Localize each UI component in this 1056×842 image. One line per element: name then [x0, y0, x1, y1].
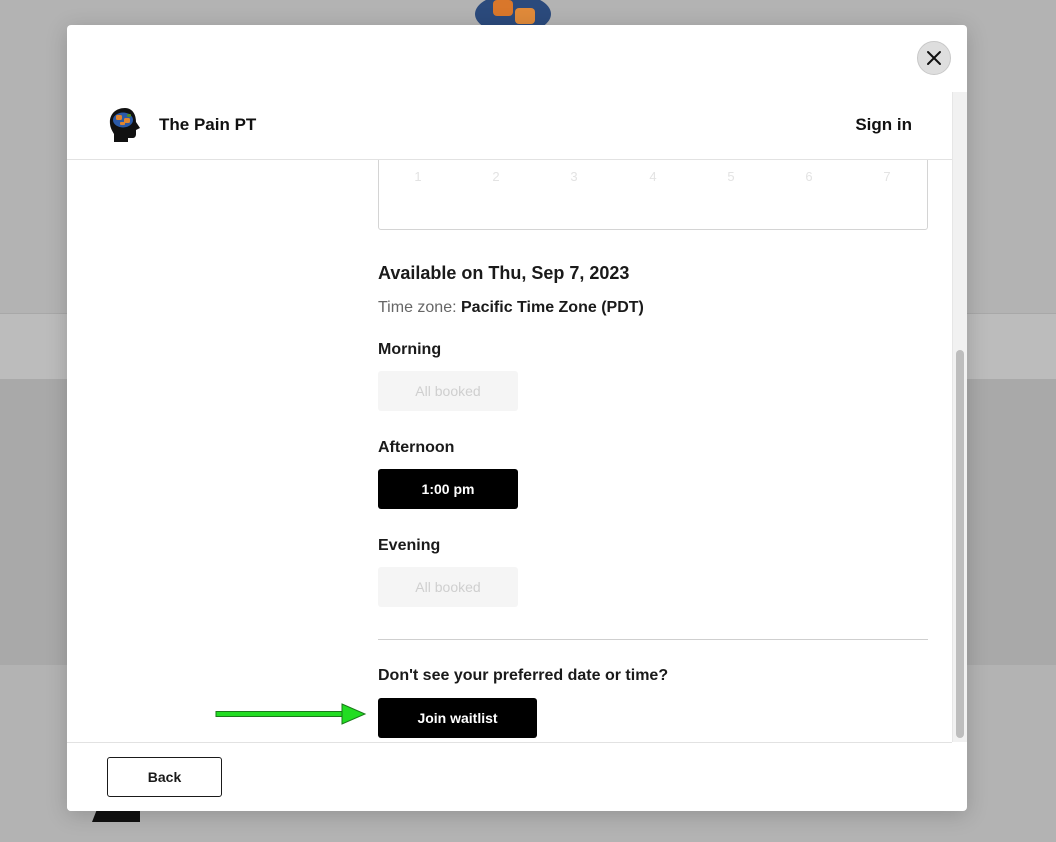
timezone-label: Time zone:: [378, 299, 457, 316]
sign-in-link[interactable]: Sign in: [855, 115, 912, 135]
business-header: The Pain PT Sign in: [67, 92, 952, 160]
join-waitlist-button[interactable]: Join waitlist: [378, 698, 537, 738]
morning-slot: All booked: [378, 371, 518, 411]
waitlist-prompt: Don't see your preferred date or time?: [378, 667, 669, 684]
business-name: The Pain PT: [159, 115, 257, 134]
timezone-value: Pacific Time Zone (PDT): [461, 299, 644, 316]
time-slot-button[interactable]: 1:00 pm: [378, 469, 518, 509]
close-button[interactable]: [917, 41, 951, 75]
brain-logo-icon: [109, 108, 140, 142]
calendar-day-disabled: 3: [570, 169, 578, 184]
divider: [378, 639, 928, 640]
availability-title: Available on Thu, Sep 7, 2023: [378, 263, 630, 283]
calendar-day-disabled: 7: [883, 169, 891, 184]
calendar-day-disabled: 6: [805, 169, 813, 184]
calendar-day-disabled: 4: [649, 169, 657, 184]
close-icon: [927, 51, 941, 65]
scrollbar[interactable]: [952, 92, 967, 742]
evening-label: Evening: [378, 537, 441, 554]
calendar-day-disabled: 5: [727, 169, 735, 184]
modal-footer: Back: [67, 742, 952, 811]
calendar-day-disabled: 2: [492, 169, 500, 184]
arrow-right-icon: [215, 703, 367, 725]
morning-label: Morning: [378, 341, 442, 358]
calendar-day-disabled: 1: [414, 169, 422, 184]
back-button[interactable]: Back: [107, 757, 222, 797]
booking-modal: The Pain PT Sign in 24 25 26 27 28 29 30…: [67, 25, 967, 811]
timezone-line: Time zone: Pacific Time Zone (PDT): [378, 299, 644, 317]
evening-slot: All booked: [378, 567, 518, 607]
afternoon-label: Afternoon: [378, 439, 455, 456]
scroll-content[interactable]: The Pain PT Sign in 24 25 26 27 28 29 30…: [67, 92, 952, 742]
scrollbar-thumb[interactable]: [956, 350, 964, 738]
